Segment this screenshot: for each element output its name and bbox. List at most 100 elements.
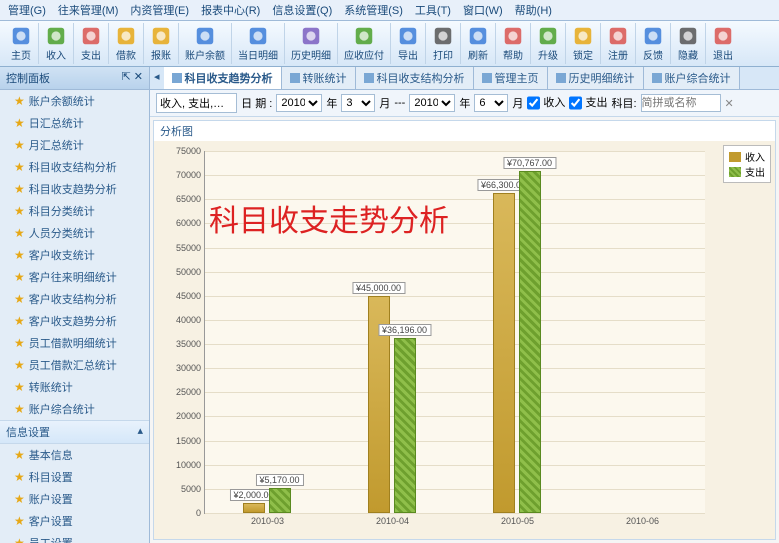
data-label: ¥70,767.00	[503, 157, 556, 169]
tab[interactable]: 管理主页	[474, 67, 548, 89]
chart-body: 0500010000150002000025000300003500040000…	[154, 141, 775, 539]
sidebar-item[interactable]: ★账户余额统计	[0, 90, 149, 112]
toolbar-cal[interactable]: 当日明细	[232, 23, 285, 64]
sidebar-item[interactable]: ★科目设置	[0, 466, 149, 488]
star-icon: ★	[14, 116, 25, 130]
star-icon: ★	[14, 536, 25, 543]
sidebar-item[interactable]: ★科目分类统计	[0, 200, 149, 222]
toolbar-hide[interactable]: 隐藏	[671, 23, 706, 64]
sidebar-item[interactable]: ★基本信息	[0, 444, 149, 466]
bar	[493, 193, 515, 513]
chart-area: 分析图 050001000015000200002500030000350004…	[153, 120, 776, 540]
tab-strip: ◂科目收支趋势分析转账统计科目收支结构分析管理主页历史明细统计账户综合统计	[150, 67, 779, 90]
toolbar-print[interactable]: 打印	[426, 23, 461, 64]
month-to[interactable]: 6	[474, 94, 508, 112]
star-icon: ★	[14, 292, 25, 306]
sidebar-item[interactable]: ★客户设置	[0, 510, 149, 532]
tab-icon	[364, 73, 374, 83]
data-label: ¥5,170.00	[255, 474, 303, 486]
sidebar-item[interactable]: ★账户设置	[0, 488, 149, 510]
toolbar-export[interactable]: 导出	[391, 23, 426, 64]
month-from[interactable]: 3	[341, 94, 375, 112]
sidebar-item[interactable]: ★转账统计	[0, 376, 149, 398]
legend: 收入 支出	[723, 145, 771, 183]
toolbar-help[interactable]: 帮助	[496, 23, 531, 64]
star-icon: ★	[14, 248, 25, 262]
star-icon: ★	[14, 138, 25, 152]
sidebar-item[interactable]: ★员工设置	[0, 532, 149, 543]
sidebar-title: 控制面板⇱ ✕	[0, 67, 149, 90]
star-icon: ★	[14, 160, 25, 174]
tab[interactable]: 科目收支趋势分析	[164, 67, 282, 89]
toolbar-up[interactable]: 支出	[74, 23, 109, 64]
tab[interactable]: 转账统计	[282, 67, 356, 89]
menu-item[interactable]: 帮助(H)	[515, 2, 552, 18]
date-label: 日 期 :	[241, 95, 272, 111]
toolbar-down[interactable]: 收入	[39, 23, 74, 64]
sidebar-item[interactable]: ★客户收支趋势分析	[0, 310, 149, 332]
sidebar-item[interactable]: ★日汇总统计	[0, 112, 149, 134]
sidebar-item[interactable]: ★员工借款明细统计	[0, 332, 149, 354]
data-label: ¥45,000.00	[352, 282, 405, 294]
plot: 0500010000150002000025000300003500040000…	[204, 151, 705, 514]
sidebar-item[interactable]: ★员工借款汇总统计	[0, 354, 149, 376]
bar	[394, 338, 416, 513]
star-icon: ★	[14, 470, 25, 484]
toolbar-yen[interactable]: 注册	[601, 23, 636, 64]
tab-prev[interactable]: ◂	[150, 67, 164, 89]
sidebar-item[interactable]: ★人员分类统计	[0, 222, 149, 244]
menu-item[interactable]: 往来管理(M)	[58, 2, 119, 18]
star-icon: ★	[14, 336, 25, 350]
star-icon: ★	[14, 358, 25, 372]
toolbar-clock[interactable]: 历史明细	[285, 23, 338, 64]
toolbar-doc[interactable]: 报账	[144, 23, 179, 64]
year-from[interactable]: 2010	[276, 94, 322, 112]
group-header[interactable]: 信息设置▴	[0, 420, 149, 444]
sidebar-item[interactable]: ★账户综合统计	[0, 398, 149, 420]
subject-input[interactable]	[641, 94, 721, 112]
star-icon: ★	[14, 402, 25, 416]
io-selector[interactable]: 收入, 支出,…	[156, 93, 237, 113]
menu-item[interactable]: 工具(T)	[415, 2, 451, 18]
toolbar-exit[interactable]: 退出	[706, 23, 740, 64]
star-icon: ★	[14, 270, 25, 284]
tab[interactable]: 账户综合统计	[644, 67, 740, 89]
toolbar-lock[interactable]: 锁定	[566, 23, 601, 64]
menu-item[interactable]: 系统管理(S)	[344, 2, 403, 18]
sidebar-item[interactable]: ★月汇总统计	[0, 134, 149, 156]
toolbar-up2[interactable]: 升级	[531, 23, 566, 64]
bar	[243, 503, 265, 513]
sidebar-item[interactable]: ★科目收支结构分析	[0, 156, 149, 178]
tab-icon	[652, 73, 662, 83]
clear-icon[interactable]: ✕	[725, 97, 734, 110]
star-icon: ★	[14, 204, 25, 218]
chk-expense[interactable]: 支出	[569, 94, 607, 112]
chk-income[interactable]: 收入	[527, 94, 565, 112]
sidebar-item[interactable]: ★客户往来明细统计	[0, 266, 149, 288]
tab[interactable]: 历史明细统计	[548, 67, 644, 89]
star-icon: ★	[14, 182, 25, 196]
tab[interactable]: 科目收支结构分析	[356, 67, 474, 89]
star-icon: ★	[14, 380, 25, 394]
menu-item[interactable]: 窗口(W)	[463, 2, 503, 18]
star-icon: ★	[14, 448, 25, 462]
toolbar-swap[interactable]: 应收应付	[338, 23, 391, 64]
sidebar-item[interactable]: ★客户收支统计	[0, 244, 149, 266]
toolbar-bar[interactable]: 账户余额	[179, 23, 232, 64]
year-to[interactable]: 2010	[409, 94, 455, 112]
toolbar-refresh[interactable]: 刷新	[461, 23, 496, 64]
toolbar: 主页收入支出借款报账账户余额当日明细历史明细应收应付导出打印刷新帮助升级锁定注册…	[0, 21, 779, 67]
toolbar-coin[interactable]: 借款	[109, 23, 144, 64]
sidebar-item[interactable]: ★科目收支趋势分析	[0, 178, 149, 200]
menu-item[interactable]: 内资管理(E)	[130, 2, 189, 18]
star-icon: ★	[14, 226, 25, 240]
filter-bar: 收入, 支出,… 日 期 : 2010 年 3 月 --- 2010 年 6 月…	[150, 90, 779, 117]
menu-item[interactable]: 报表中心(R)	[201, 2, 260, 18]
toolbar-chat[interactable]: 反馈	[636, 23, 671, 64]
pin-icon[interactable]: ⇱ ✕	[122, 70, 144, 86]
menu-item[interactable]: 管理(G)	[8, 2, 46, 18]
bar	[269, 488, 291, 513]
menu-item[interactable]: 信息设置(Q)	[272, 2, 332, 18]
sidebar-item[interactable]: ★客户收支结构分析	[0, 288, 149, 310]
toolbar-home[interactable]: 主页	[4, 23, 39, 64]
